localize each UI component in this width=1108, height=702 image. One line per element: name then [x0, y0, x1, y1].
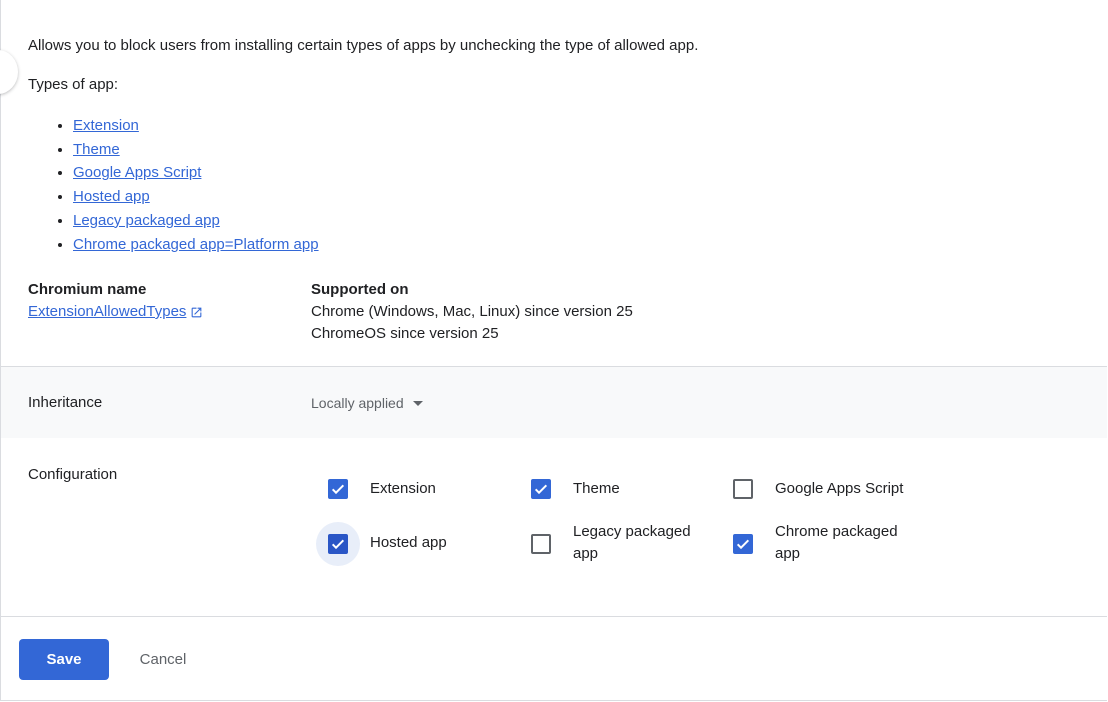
list-item: Hosted app [73, 185, 319, 209]
checkbox-hit-area [316, 467, 360, 511]
type-link-hosted-app[interactable]: Hosted app [73, 188, 150, 205]
checkbox-unchecked-icon [531, 534, 551, 554]
list-item: Legacy packaged app [73, 209, 319, 233]
chromium-name-text: ExtensionAllowedTypes [28, 303, 187, 320]
type-link-extension[interactable]: Extension [73, 117, 139, 134]
checkbox-label-theme: Theme [573, 478, 620, 500]
checkbox-label-hosted-app: Hosted app [370, 532, 447, 554]
checkbox-label-line: app [573, 545, 599, 562]
type-link-theme[interactable]: Theme [73, 141, 120, 158]
checkbox-hit-area [721, 467, 765, 511]
inheritance-value: Locally applied [311, 395, 404, 411]
checkbox-hit-area [316, 522, 360, 566]
inheritance-label: Inheritance [28, 394, 103, 411]
list-item: Chrome packaged app=Platform app [73, 233, 319, 257]
chromium-name-link[interactable]: ExtensionAllowedTypes [28, 301, 203, 323]
arrow-drop-down-icon [412, 400, 423, 406]
cancel-button[interactable]: Cancel [121, 639, 205, 680]
inheritance-dropdown[interactable]: Locally applied [311, 393, 423, 413]
checkbox-label-line: Legacy packaged [573, 523, 691, 540]
chromium-name-label: Chromium name [28, 281, 147, 298]
policy-panel [0, 0, 1107, 701]
checkbox-label-chrome-packaged-app: Chrome packaged app [775, 521, 898, 565]
supported-line-chrome: Chrome (Windows, Mac, Linux) since versi… [311, 303, 633, 320]
supported-on-label: Supported on [311, 281, 409, 298]
checkbox-checked-icon [328, 479, 348, 499]
types-of-app-list: Extension Theme Google Apps Script Hoste… [28, 114, 319, 256]
checkbox-checked-icon [733, 534, 753, 554]
chromium-name-section: Chromium name ExtensionAllowedTypes [28, 279, 203, 323]
type-link-chrome-packaged-app[interactable]: Chrome packaged app=Platform app [73, 236, 319, 253]
configuration-label: Configuration [28, 466, 118, 483]
checkbox-label-extension: Extension [370, 478, 436, 500]
supported-on-section: Supported on Chrome (Windows, Mac, Linux… [311, 279, 633, 345]
list-item: Google Apps Script [73, 161, 319, 185]
checkbox-label-line: Extension [370, 480, 436, 497]
checkbox-label-google-apps-script: Google Apps Script [775, 478, 903, 500]
type-link-legacy-packaged-app[interactable]: Legacy packaged app [73, 212, 220, 229]
supported-line-chromeos: ChromeOS since version 25 [311, 325, 499, 342]
inheritance-row: Inheritance Locally applied [1, 366, 1107, 438]
checkbox-label-line: Theme [573, 480, 620, 497]
type-link-google-apps-script[interactable]: Google Apps Script [73, 164, 201, 181]
open-in-new-icon [190, 306, 203, 319]
checkbox-label-line: app [775, 545, 801, 562]
checkbox-hit-area [519, 522, 563, 566]
checkbox-unchecked-icon [733, 479, 753, 499]
checkbox-label-line: Google Apps Script [775, 480, 904, 497]
checkbox-checked-icon [328, 534, 348, 554]
save-button[interactable]: Save [19, 639, 109, 680]
policy-description: Allows you to block users from installin… [28, 37, 699, 54]
types-of-app-title: Types of app: [28, 76, 119, 93]
checkbox-label-legacy-packaged-app: Legacy packaged app [573, 521, 691, 565]
checkbox-label-line: Chrome packaged [775, 523, 898, 540]
checkbox-label-line: Hosted app [370, 534, 447, 551]
footer-divider [1, 616, 1107, 617]
checkbox-hit-area [721, 522, 765, 566]
checkbox-hit-area [519, 467, 563, 511]
list-item: Theme [73, 138, 319, 162]
checkbox-checked-icon [531, 479, 551, 499]
list-item: Extension [73, 114, 319, 138]
